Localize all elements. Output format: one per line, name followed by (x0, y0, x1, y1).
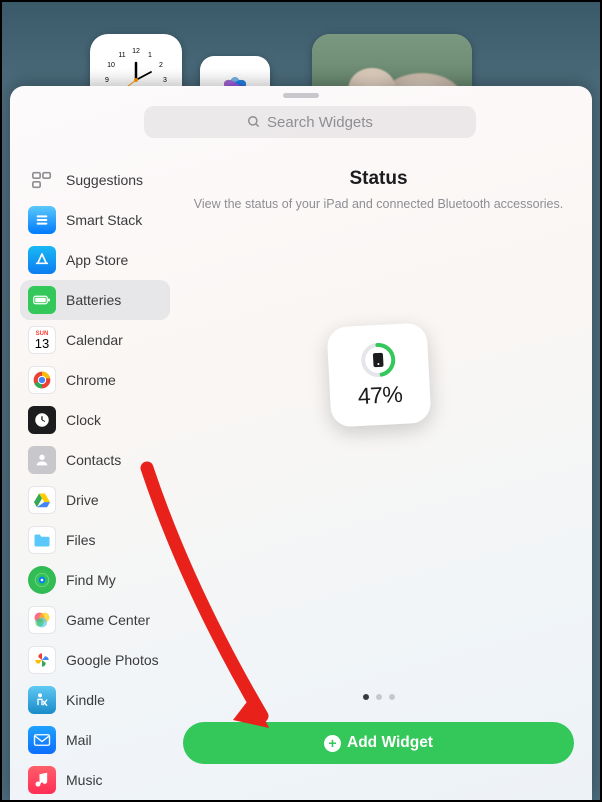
google-photos-icon (28, 646, 56, 674)
search-placeholder: Search Widgets (267, 114, 373, 131)
sidebar-item-batteries[interactable]: Batteries (20, 280, 170, 320)
game-center-icon (28, 606, 56, 634)
contacts-icon (28, 446, 56, 474)
preview-subtitle: View the status of your iPad and connect… (194, 196, 563, 213)
sidebar-item-label: Contacts (66, 452, 121, 468)
app-store-icon (28, 246, 56, 274)
page-dot (389, 694, 395, 700)
sidebar-item-label: Calendar (66, 332, 123, 348)
sidebar-item-label: Chrome (66, 372, 116, 388)
battery-status-widget-preview[interactable]: 47% (326, 322, 431, 427)
sidebar-item-music[interactable]: Music (20, 760, 170, 800)
sidebar-item-mail[interactable]: Mail (20, 720, 170, 760)
plus-circle-icon: + (324, 735, 341, 752)
add-widget-label: Add Widget (347, 734, 433, 752)
add-widget-button[interactable]: + Add Widget (183, 722, 574, 764)
suggestions-icon (28, 166, 56, 194)
sidebar-item-label: Game Center (66, 612, 150, 628)
chrome-icon (28, 366, 56, 394)
sidebar-item-app-store[interactable]: App Store (20, 240, 170, 280)
page-indicator[interactable] (363, 694, 395, 700)
sidebar-item-label: Mail (66, 732, 92, 748)
widget-preview-pane: Status View the status of your iPad and … (175, 160, 582, 800)
widget-source-list[interactable]: Suggestions Smart Stack App Store Batter… (20, 160, 170, 800)
sidebar-item-drive[interactable]: Drive (20, 480, 170, 520)
sidebar-item-label: Files (66, 532, 96, 548)
sidebar-item-label: Clock (66, 412, 101, 428)
sidebar-item-calendar[interactable]: SUN 13 Calendar (20, 320, 170, 360)
sidebar-item-label: Drive (66, 492, 99, 508)
sidebar-item-files[interactable]: Files (20, 520, 170, 560)
find-my-icon (28, 566, 56, 594)
battery-ring-icon (359, 340, 397, 378)
sidebar-item-game-center[interactable]: Game Center (20, 600, 170, 640)
sidebar-item-smart-stack[interactable]: Smart Stack (20, 200, 170, 240)
smart-stack-icon (28, 206, 56, 234)
svg-text:1: 1 (148, 52, 152, 59)
page-dot (376, 694, 382, 700)
battery-percent-label: 47% (357, 380, 403, 409)
sidebar-item-label: Google Photos (66, 652, 159, 668)
svg-text:10: 10 (107, 62, 115, 69)
search-icon (247, 115, 261, 129)
sidebar-item-label: Music (66, 772, 103, 788)
sidebar-item-find-my[interactable]: Find My (20, 560, 170, 600)
sidebar-item-google-photos[interactable]: Google Photos (20, 640, 170, 680)
sidebar-item-label: Batteries (66, 292, 121, 308)
svg-text:12: 12 (132, 48, 140, 55)
svg-text:2: 2 (159, 62, 163, 69)
files-icon (28, 526, 56, 554)
kindle-icon (28, 686, 56, 714)
widget-gallery-sheet: Search Widgets Suggestions Smart Stack A… (10, 86, 592, 800)
page-dot (363, 694, 369, 700)
svg-text:3: 3 (163, 77, 167, 84)
search-widgets-field[interactable]: Search Widgets (144, 106, 476, 138)
sidebar-item-clock[interactable]: Clock (20, 400, 170, 440)
sidebar-item-label: App Store (66, 252, 128, 268)
preview-title: Status (349, 168, 407, 190)
sidebar-item-label: Kindle (66, 692, 105, 708)
svg-text:11: 11 (118, 52, 125, 59)
sidebar-item-label: Smart Stack (66, 212, 142, 228)
sidebar-item-kindle[interactable]: Kindle (20, 680, 170, 720)
drive-icon (28, 486, 56, 514)
sheet-grabber[interactable] (283, 93, 319, 98)
mail-icon (28, 726, 56, 754)
sidebar-item-label: Suggestions (66, 172, 143, 188)
svg-text:9: 9 (105, 77, 109, 84)
music-icon (28, 766, 56, 794)
clock-icon (28, 406, 56, 434)
sidebar-item-label: Find My (66, 572, 116, 588)
sidebar-item-suggestions[interactable]: Suggestions (20, 160, 170, 200)
calendar-icon: SUN 13 (28, 326, 56, 354)
sidebar-item-chrome[interactable]: Chrome (20, 360, 170, 400)
sidebar-item-contacts[interactable]: Contacts (20, 440, 170, 480)
batteries-icon (28, 286, 56, 314)
